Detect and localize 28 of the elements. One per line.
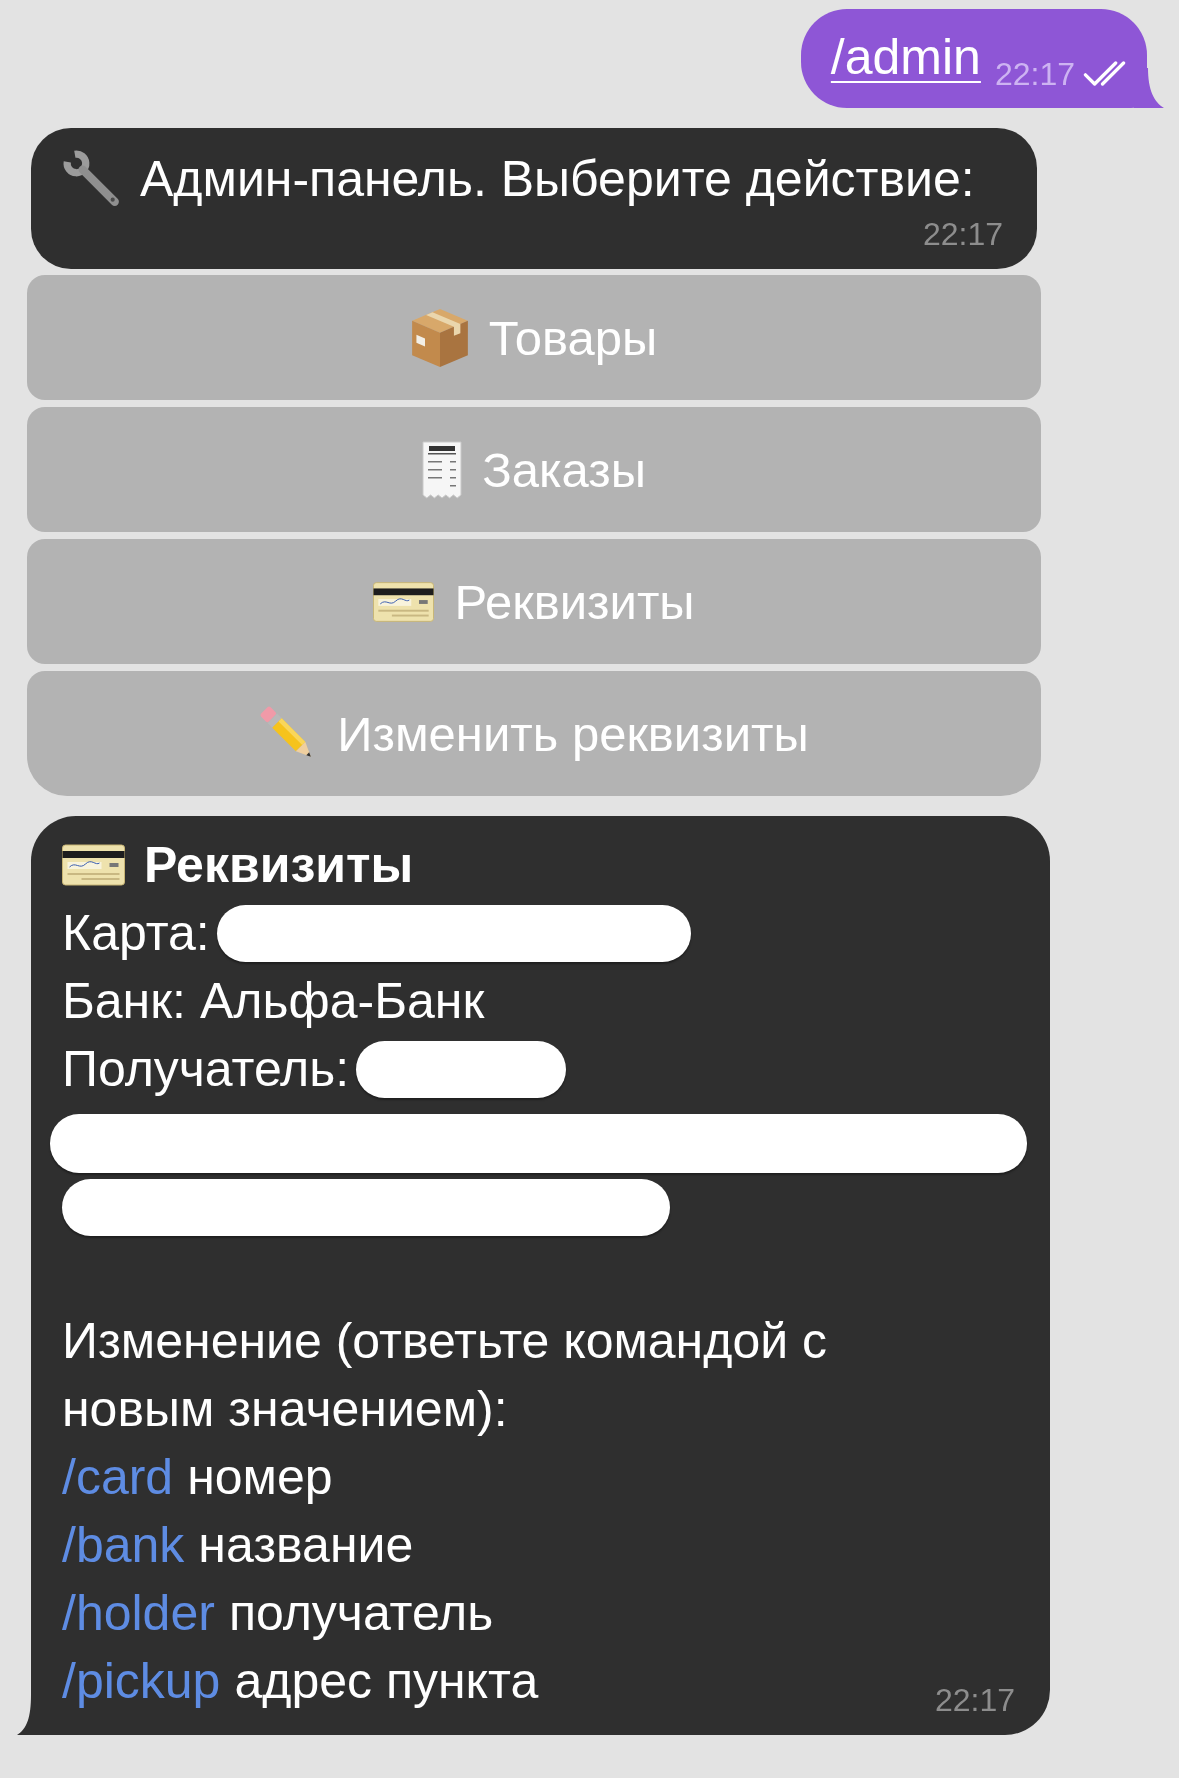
message-time: 22:17 — [922, 216, 1003, 252]
field-label: Карта: — [62, 904, 210, 963]
command-description: адрес пункта — [234, 1652, 539, 1711]
credit-card-icon — [373, 581, 435, 622]
command-link[interactable]: /holder — [62, 1579, 215, 1647]
message-time: 22:17 — [934, 1682, 1015, 1718]
keyboard-button[interactable]: Изменить реквизиты — [27, 671, 1041, 796]
message-text: Изменение (ответьте командой с новым значением): — [62, 1312, 829, 1439]
keyboard-button[interactable]: Заказы — [27, 407, 1041, 532]
command-description: название — [198, 1516, 414, 1575]
message-title: Реквизиты — [144, 836, 414, 895]
field-value: Альфа-Банк — [200, 972, 485, 1031]
wrench-icon — [62, 149, 122, 209]
command-link[interactable]: /pickup — [62, 1647, 221, 1715]
message-time: 22:17 — [994, 56, 1075, 92]
command-link[interactable]: /admin — [830, 27, 981, 87]
message-text: Админ-панель. Выберите действие: — [140, 150, 975, 209]
command-description: получатель — [228, 1584, 494, 1643]
command-link[interactable]: /bank — [62, 1511, 185, 1579]
keyboard-button[interactable]: Товары — [27, 275, 1041, 400]
command-link[interactable]: /card — [62, 1443, 174, 1511]
keyboard-button[interactable]: Реквизиты — [27, 539, 1041, 664]
package-icon — [410, 307, 469, 368]
receipt-icon — [422, 440, 463, 499]
command-description: номер — [187, 1448, 333, 1507]
field-label: Получатель: — [62, 1040, 350, 1099]
credit-card-icon — [62, 844, 125, 886]
field-label: Банк: — [62, 972, 186, 1031]
